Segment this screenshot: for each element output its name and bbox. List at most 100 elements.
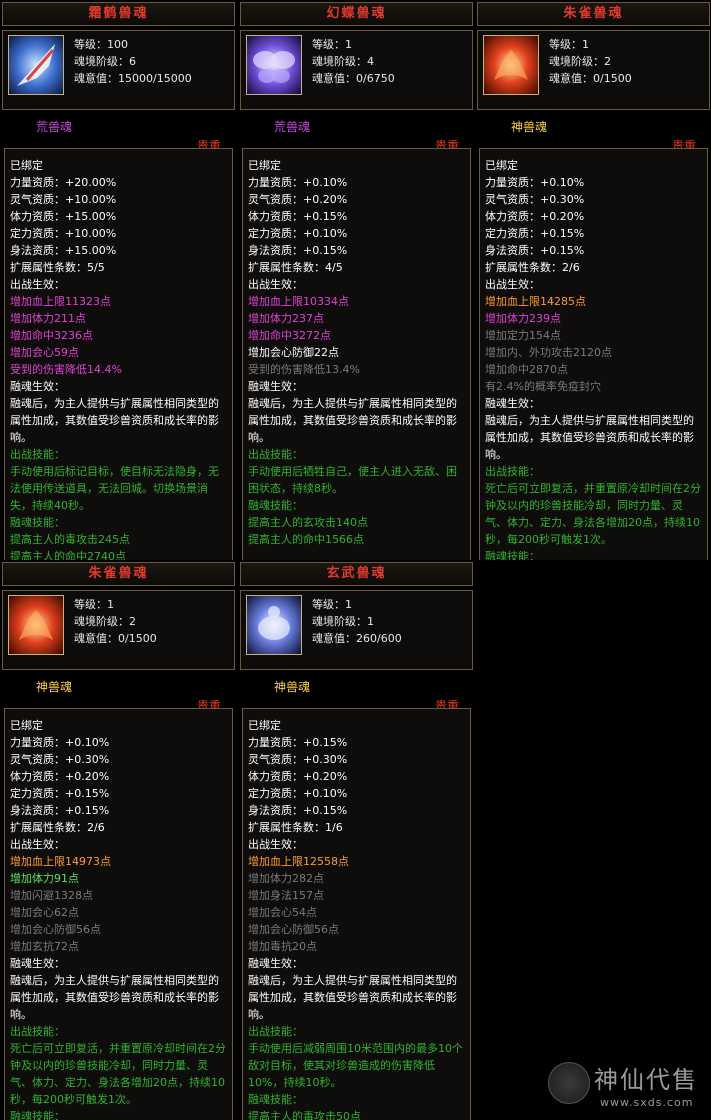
stat-line: 已绑定 <box>10 719 43 732</box>
grade-label: 荒兽魂 <box>274 120 311 134</box>
card-title: 朱雀兽魂 <box>477 2 710 26</box>
stage-text: 魂境阶级：6 <box>74 55 136 68</box>
stat-line: 融魂技能： <box>10 516 65 529</box>
stat-line: 身法资质：+0.15% <box>485 244 585 257</box>
stat-line: 提高主人的玄攻击140点 <box>248 516 368 529</box>
stat-line: 身法资质：+0.15% <box>10 804 110 817</box>
details-panel: 已绑定 力量资质：+0.10% 灵气资质：+0.20% 体力资质：+0.15% 定力资质… <box>242 148 471 560</box>
details-panel: 已绑定 力量资质：+0.15% 灵气资质：+0.30% 体力资质：+0.20% 定力资质… <box>242 708 471 1120</box>
card-header: 等级：100 魂境阶级：6 魂意值：15000/15000 <box>2 30 235 110</box>
stat-line: 受到的伤害降低13.4% <box>248 363 360 376</box>
stat-line: 身法资质：+15.00% <box>10 244 117 257</box>
watermark-url: www.sxds.com <box>600 1096 694 1109</box>
stat-line: 增加血上限14973点 <box>10 855 111 868</box>
details-panel: 已绑定 力量资质：+20.00% 灵气资质：+10.00% 体力资质：+15.00% 定… <box>4 148 233 560</box>
soul-attributes: 等级：100 魂境阶级：6 魂意值：15000/15000 <box>74 36 192 87</box>
stat-line: 体力资质：+0.15% <box>248 210 348 223</box>
card-header: 等级：1 魂境阶级：2 魂意值：0/1500 <box>2 590 235 670</box>
stat-line: 增加命中2870点 <box>485 363 568 376</box>
stat-line: 出战生效： <box>10 278 65 291</box>
mascot-logo-icon <box>548 1062 590 1104</box>
stat-line: 增加会心54点 <box>248 906 317 919</box>
card-title: 霜鹤兽魂 <box>2 2 235 26</box>
beast-soul-card-2: 幻蝶兽魂 等级：1 魂境阶级：4 魂意值：0/6750 荒兽魂 贵重 已绑定 力量… <box>240 2 473 560</box>
will-text: 魂意值：0/1500 <box>74 632 157 645</box>
stat-line: 扩展属性条数：2/6 <box>485 261 580 274</box>
level-text: 等级：1 <box>74 598 114 611</box>
stat-line: 已绑定 <box>248 719 281 732</box>
stat-line: 手动使用后减弱周围10米范围内的最多10个敌对目标，使其对珍兽造成的伤害降低10… <box>248 1042 463 1089</box>
stat-line: 提高主人的命中2740点 <box>10 550 126 560</box>
stat-line: 提高主人的命中1566点 <box>248 533 364 546</box>
stat-line: 增加体力237点 <box>248 312 324 325</box>
stat-line: 融魂生效： <box>248 957 303 970</box>
stat-line: 增加会心59点 <box>10 346 79 359</box>
stat-line: 受到的伤害降低14.4% <box>10 363 122 376</box>
stat-line: 扩展属性条数：1/6 <box>248 821 343 834</box>
stat-line: 力量资质：+0.15% <box>248 736 348 749</box>
stat-line: 力量资质：+0.10% <box>248 176 348 189</box>
stat-line: 手动使用后牺牲自己，使主人进入无敌、困困状态，持续8秒。 <box>248 465 457 495</box>
stat-line: 定力资质：+0.15% <box>10 787 110 800</box>
will-text: 魂意值：15000/15000 <box>74 72 192 85</box>
beast-soul-card-4: 朱雀兽魂 等级：1 魂境阶级：2 魂意值：0/1500 神兽魂 贵重 已绑定 力量… <box>2 562 235 1120</box>
stat-line: 出战生效： <box>248 278 303 291</box>
beast-soul-card-1: 霜鹤兽魂 等级：100 魂境阶级：6 魂意值：15000/15000 荒兽魂 贵… <box>2 2 235 560</box>
stat-line: 灵气资质：+0.20% <box>248 193 348 206</box>
soul-attributes: 等级：1 魂境阶级：2 魂意值：0/1500 <box>549 36 632 87</box>
stat-line: 体力资质：+0.20% <box>485 210 585 223</box>
stat-line: 死亡后可立即复活，并重置原冷却时间在2分钟及以内的珍兽技能冷却，同时力量、灵气、… <box>485 482 701 546</box>
black-tortoise-soul-icon[interactable] <box>246 595 302 655</box>
card-title: 朱雀兽魂 <box>2 562 235 586</box>
stat-line: 提高主人的毒攻击245点 <box>10 533 130 546</box>
stat-line: 增加会心防御56点 <box>248 923 339 936</box>
stat-line: 已绑定 <box>485 159 518 172</box>
stat-line: 提高主人的毒攻击50点 <box>248 1110 361 1120</box>
stat-line: 定力资质：+0.10% <box>248 227 348 240</box>
stat-line: 扩展属性条数：2/6 <box>10 821 105 834</box>
stat-line: 融魂后，为主人提供与扩展属性相同类型的属性加成，其数值受珍兽资质和成长率的影响。 <box>485 414 694 461</box>
stat-line: 增加血上限10334点 <box>248 295 349 308</box>
stat-line: 有2.4%的概率免疫封穴 <box>485 380 601 393</box>
soul-attributes: 等级：1 魂境阶级：4 魂意值：0/6750 <box>312 36 395 87</box>
stat-line: 扩展属性条数：4/5 <box>248 261 343 274</box>
card-title: 玄武兽魂 <box>240 562 473 586</box>
butterfly-beast-soul-icon[interactable] <box>246 35 302 95</box>
details-panel: 已绑定 力量资质：+0.10% 灵气资质：+0.30% 体力资质：+0.20% 定力资质… <box>4 708 233 1120</box>
details-panel: 已绑定 力量资质：+0.10% 灵气资质：+0.30% 体力资质：+0.20% 定力资质… <box>479 148 708 560</box>
stat-line: 身法资质：+0.15% <box>248 804 348 817</box>
grade-label: 荒兽魂 <box>36 120 73 134</box>
beast-soul-card-5: 玄武兽魂 等级：1 魂境阶级：1 魂意值：260/600 神兽魂 贵重 已绑定力… <box>240 562 473 1120</box>
stat-line: 融魂后，为主人提供与扩展属性相同类型的属性加成，其数值受珍兽资质和成长率的影响。 <box>248 974 457 1021</box>
stat-line: 融魂技能： <box>248 1093 303 1106</box>
stat-line: 增加内、外功攻击2120点 <box>485 346 612 359</box>
stat-line: 融魂生效： <box>10 380 65 393</box>
stat-line: 灵气资质：+0.30% <box>10 753 110 766</box>
stat-line: 出战技能： <box>248 1025 303 1038</box>
stat-line: 融魂生效： <box>485 397 540 410</box>
stat-line: 出战技能： <box>248 448 303 461</box>
stat-line: 出战生效： <box>10 838 65 851</box>
stat-line: 融魂技能： <box>248 499 303 512</box>
vermilion-bird-soul-icon[interactable] <box>483 35 539 95</box>
card-title: 幻蝶兽魂 <box>240 2 473 26</box>
crane-beast-soul-icon[interactable] <box>8 35 64 95</box>
stat-line: 出战生效： <box>485 278 540 291</box>
stat-line: 融魂后，为主人提供与扩展属性相同类型的属性加成，其数值受珍兽资质和成长率的影响。 <box>10 974 219 1021</box>
stat-line: 融魂后，为主人提供与扩展属性相同类型的属性加成，其数值受珍兽资质和成长率的影响。 <box>248 397 457 444</box>
stat-line: 力量资质：+0.10% <box>485 176 585 189</box>
will-text: 魂意值：260/600 <box>312 632 402 645</box>
card-header: 等级：1 魂境阶级：4 魂意值：0/6750 <box>240 30 473 110</box>
stat-line: 增加命中3272点 <box>248 329 331 342</box>
stat-line: 增加会心防御56点 <box>10 923 101 936</box>
level-text: 等级：1 <box>312 38 352 51</box>
stat-line: 体力资质：+0.20% <box>248 770 348 783</box>
stat-line: 出战技能： <box>485 465 540 478</box>
stat-line: 增加命中3236点 <box>10 329 93 342</box>
stat-line: 已绑定 <box>10 159 43 172</box>
stat-line: 死亡后可立即复活，并重置原冷却时间在2分钟及以内的珍兽技能冷却，同时力量、灵气、… <box>10 1042 226 1106</box>
vermilion-bird-soul-icon[interactable] <box>8 595 64 655</box>
card-header: 等级：1 魂境阶级：1 魂意值：260/600 <box>240 590 473 670</box>
stat-line: 定力资质：+10.00% <box>10 227 117 240</box>
beast-soul-card-3: 朱雀兽魂 等级：1 魂境阶级：2 魂意值：0/1500 神兽魂 贵重 已绑定 力量… <box>477 2 710 560</box>
